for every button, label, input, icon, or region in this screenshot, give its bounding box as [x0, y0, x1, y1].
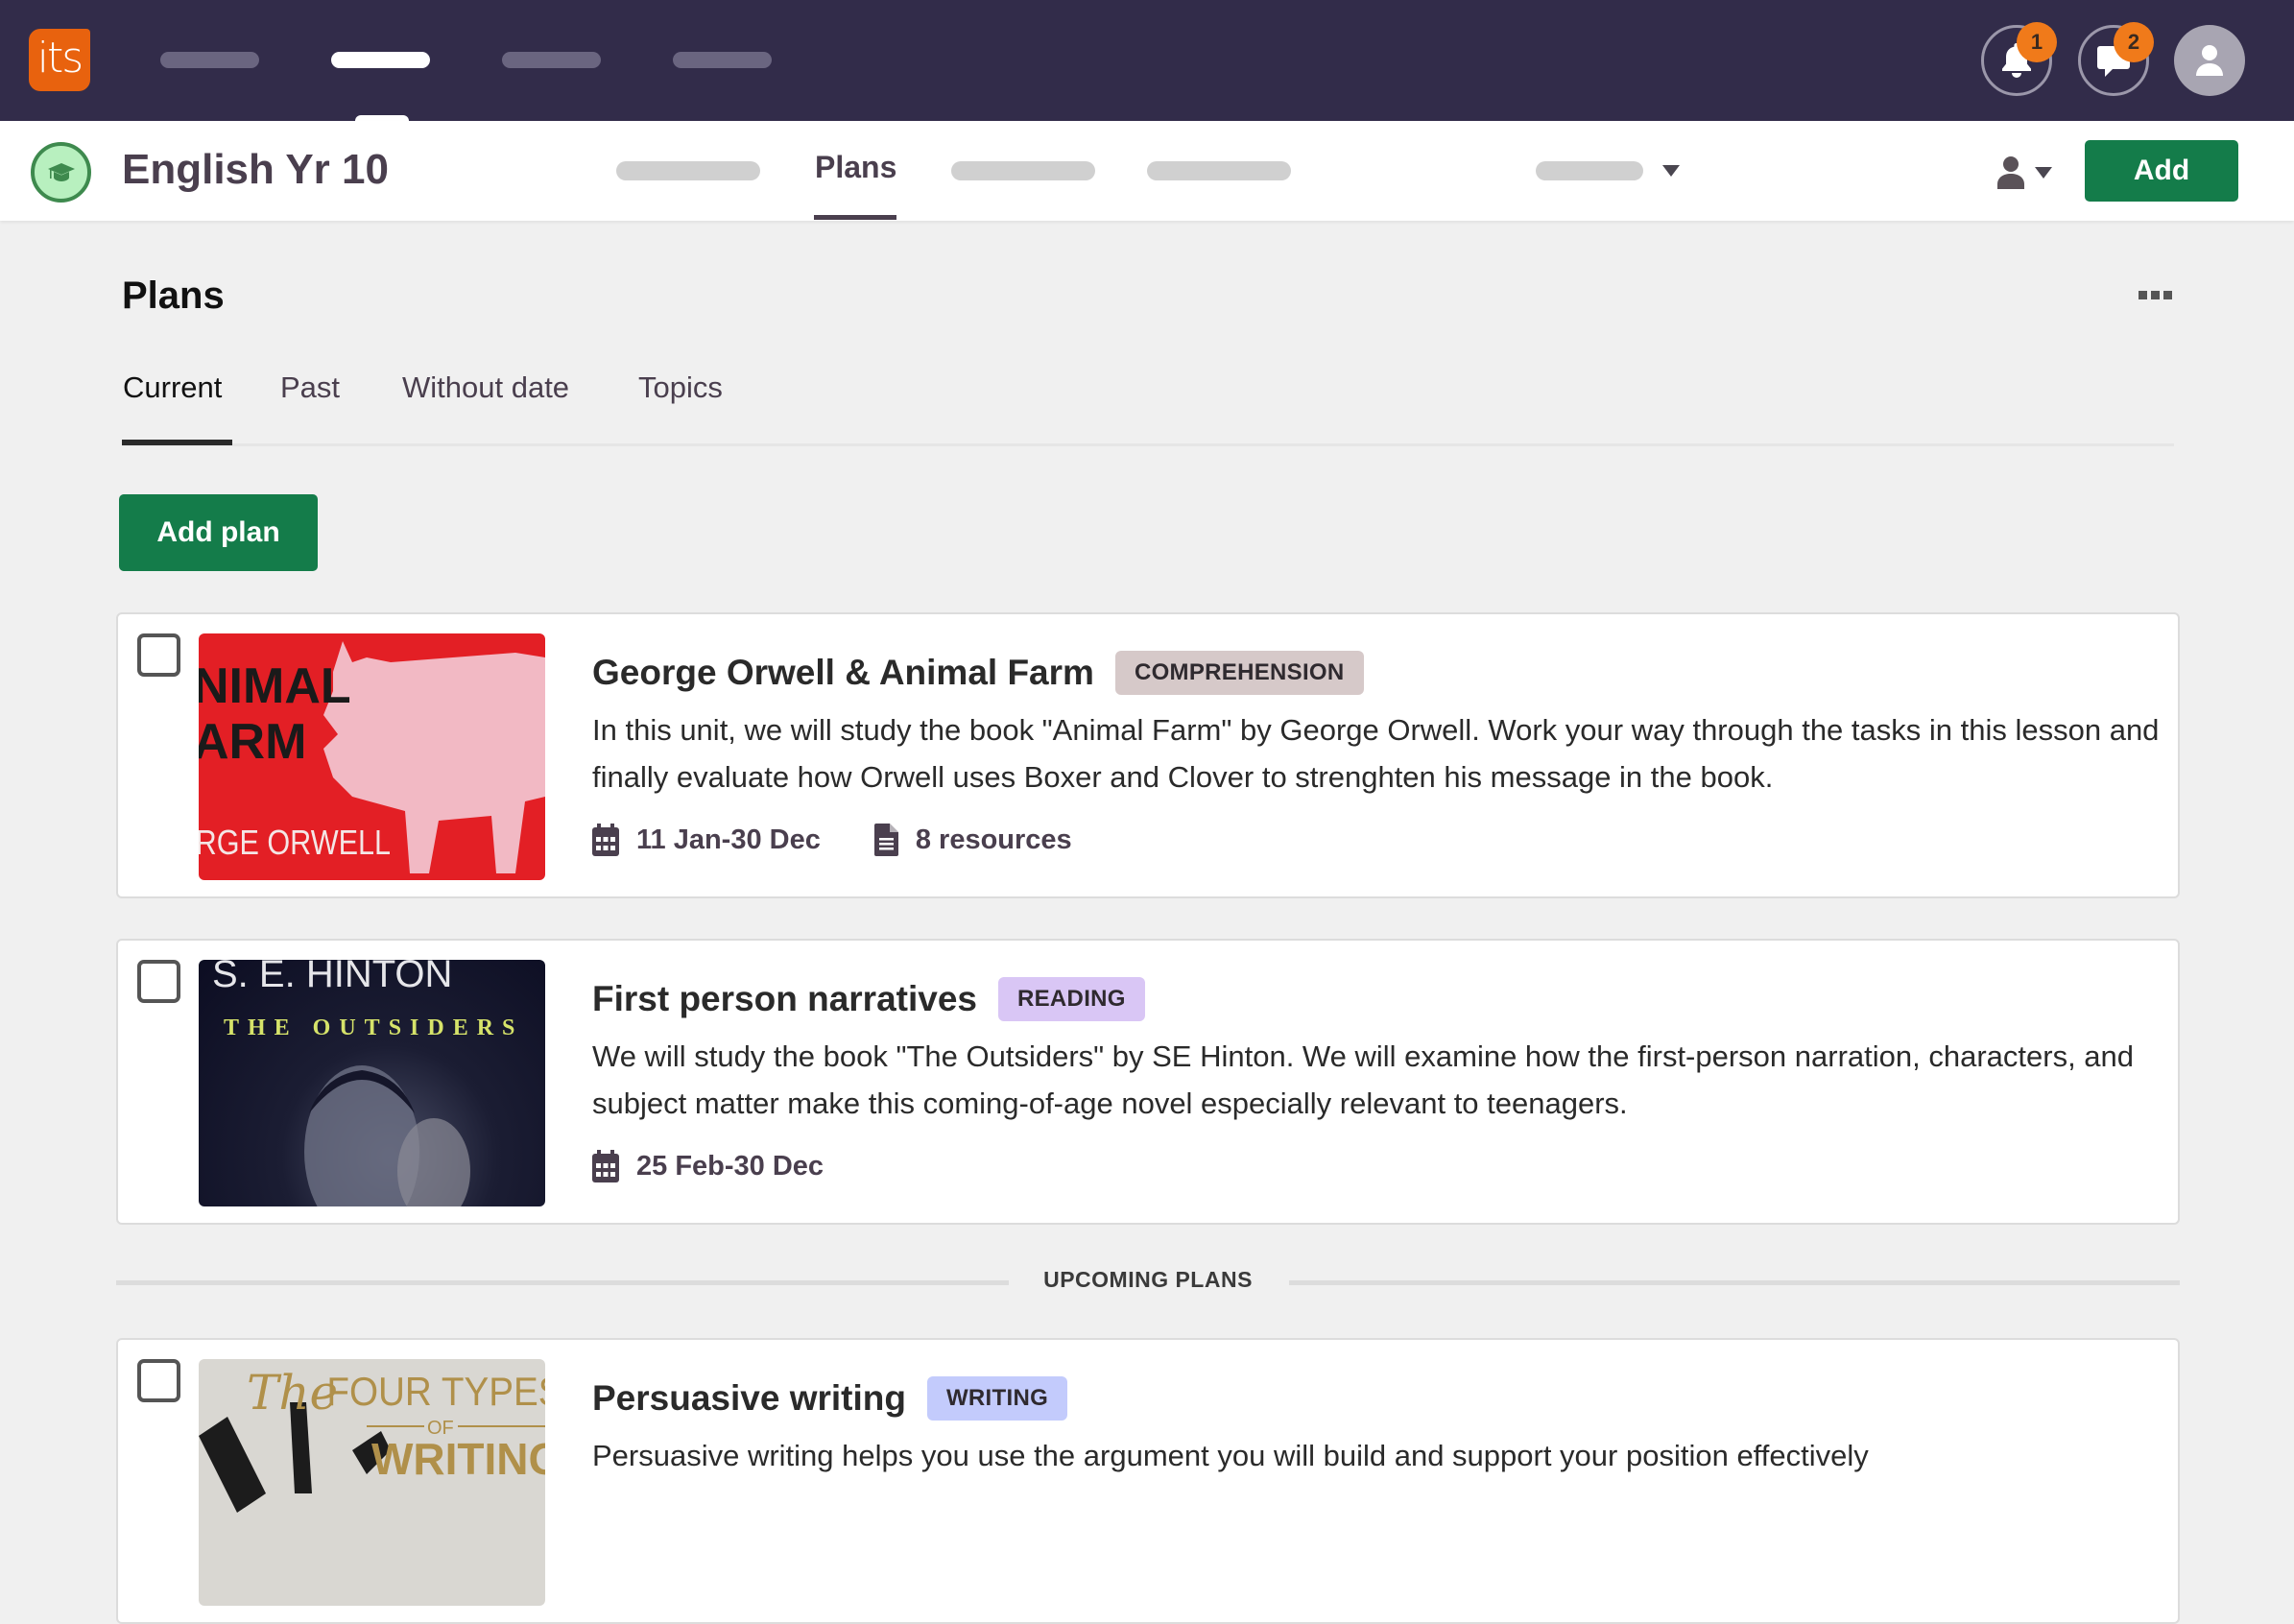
- plans-tabs: Current Past Without date Topics: [122, 365, 2174, 446]
- plan-cover-image: The FOUR TYPES OF WRITING: [199, 1359, 545, 1606]
- plan-description: In this unit, we will study the book "An…: [592, 713, 2160, 794]
- course-tab-4[interactable]: [1147, 161, 1291, 180]
- add-button[interactable]: Add: [2085, 140, 2238, 202]
- more-options-button[interactable]: [2139, 291, 2172, 299]
- dot-icon: [2151, 291, 2160, 299]
- calendar-icon: [592, 824, 619, 856]
- plan-card[interactable]: The FOUR TYPES OF WRITING Persuasive wri…: [116, 1338, 2180, 1624]
- plan-card[interactable]: S. E. HINTON THE OUTSIDERS First person …: [116, 939, 2180, 1225]
- divider-line-right: [1289, 1280, 2180, 1285]
- tab-past[interactable]: Past: [280, 370, 340, 405]
- tab-without-date[interactable]: Without date: [402, 370, 569, 405]
- outsiders-cover-art: S. E. HINTON THE OUTSIDERS: [212, 960, 523, 1206]
- tab-topics[interactable]: Topics: [638, 370, 723, 405]
- plan-title[interactable]: Persuasive writing: [592, 1378, 906, 1419]
- messages-button[interactable]: 2: [2078, 22, 2154, 96]
- plan-checkbox[interactable]: [137, 633, 180, 677]
- course-icon: [31, 142, 91, 203]
- nav-item-2-active[interactable]: [331, 52, 430, 68]
- plan-title[interactable]: First person narratives: [592, 979, 977, 1019]
- cover-title-line1: NIMAL: [199, 658, 351, 714]
- cover-title: FOUR TYPES: [326, 1368, 545, 1414]
- calendar-icon: [592, 1150, 619, 1182]
- chevron-down-icon: [1662, 165, 1680, 177]
- plan-category-tag: WRITING: [926, 1376, 1068, 1421]
- course-tab-3[interactable]: [951, 161, 1095, 180]
- course-header: English Yr 10 Plans Add: [0, 121, 2294, 221]
- notifications-badge: 1: [2017, 22, 2057, 62]
- cover-script: The: [247, 1365, 338, 1421]
- cover-title-line2: ARM: [199, 714, 306, 770]
- user-icon: [2196, 45, 2223, 76]
- upcoming-plans-divider: UPCOMING PLANS: [116, 1265, 2180, 1300]
- tab-current[interactable]: Current: [123, 370, 222, 405]
- plan-title-row: First person narratives READING: [592, 977, 1145, 1021]
- plan-resources[interactable]: 8 resources: [873, 824, 1072, 856]
- plan-title[interactable]: George Orwell & Animal Farm: [592, 653, 1094, 693]
- app-logo[interactable]: its: [29, 29, 90, 91]
- nav-item-3[interactable]: [502, 52, 601, 68]
- user-avatar-button[interactable]: [2174, 25, 2245, 96]
- graduation-cap-icon: [47, 162, 75, 181]
- four-types-writing-cover-art: The FOUR TYPES OF WRITING: [199, 1365, 545, 1513]
- dot-icon: [2163, 291, 2172, 299]
- cover-author: RGE ORWELL: [199, 824, 391, 863]
- person-icon: [1997, 156, 2024, 189]
- active-tab-underline: [122, 440, 232, 445]
- cover-title: THE OUTSIDERS: [224, 1015, 523, 1040]
- course-dropdown[interactable]: [1536, 161, 1680, 180]
- nav-item-1[interactable]: [160, 52, 259, 68]
- chevron-down-icon: [2035, 167, 2052, 179]
- plan-checkbox[interactable]: [137, 960, 180, 1003]
- dropdown-value-placeholder: [1536, 161, 1643, 180]
- plan-cover-image: NIMAL ARM RGE ORWELL: [199, 633, 545, 880]
- course-tab-plans[interactable]: Plans: [815, 150, 896, 185]
- add-plan-button[interactable]: Add plan: [119, 494, 318, 571]
- course-tab-1[interactable]: [616, 161, 760, 180]
- cover-subtitle: WRITING: [371, 1434, 545, 1484]
- member-menu-button[interactable]: [1996, 155, 2052, 190]
- plan-description: Persuasive writing helps you use the arg…: [592, 1439, 1869, 1472]
- plan-dates: 25 Feb-30 Dec: [592, 1150, 824, 1182]
- animal-farm-cover-art: NIMAL ARM RGE ORWELL: [199, 641, 545, 873]
- plan-category-tag: COMPREHENSION: [1114, 651, 1364, 695]
- plan-cover-image: S. E. HINTON THE OUTSIDERS: [199, 960, 545, 1206]
- course-tab-underline: [814, 215, 896, 220]
- plan-card[interactable]: NIMAL ARM RGE ORWELL George Orwell & Ani…: [116, 612, 2180, 898]
- plan-resource-count: 8 resources: [915, 824, 1072, 855]
- plan-date-range: 25 Feb-30 Dec: [636, 1150, 824, 1182]
- messages-badge: 2: [2114, 22, 2154, 62]
- cover-author: S. E. HINTON: [212, 960, 452, 995]
- notifications-button[interactable]: 1: [1981, 22, 2057, 96]
- page-title: Plans: [122, 275, 225, 317]
- course-title: English Yr 10: [122, 146, 389, 193]
- plan-date-range: 11 Jan-30 Dec: [636, 824, 821, 855]
- plan-checkbox[interactable]: [137, 1359, 180, 1402]
- plan-title-row: Persuasive writing WRITING: [592, 1376, 1068, 1421]
- plan-meta: 11 Jan-30 Dec 8 resources: [592, 824, 1126, 856]
- document-icon: [873, 824, 898, 856]
- top-navbar: its 1 2: [0, 0, 2294, 125]
- plan-description: We will study the book "The Outsiders" b…: [592, 1039, 2135, 1120]
- plan-meta: 25 Feb-30 Dec: [592, 1150, 877, 1182]
- plan-category-tag: READING: [997, 977, 1145, 1021]
- plan-dates: 11 Jan-30 Dec: [592, 824, 821, 856]
- nav-item-4[interactable]: [673, 52, 772, 68]
- dot-icon: [2139, 291, 2147, 299]
- plan-title-row: George Orwell & Animal Farm COMPREHENSIO…: [592, 651, 1364, 695]
